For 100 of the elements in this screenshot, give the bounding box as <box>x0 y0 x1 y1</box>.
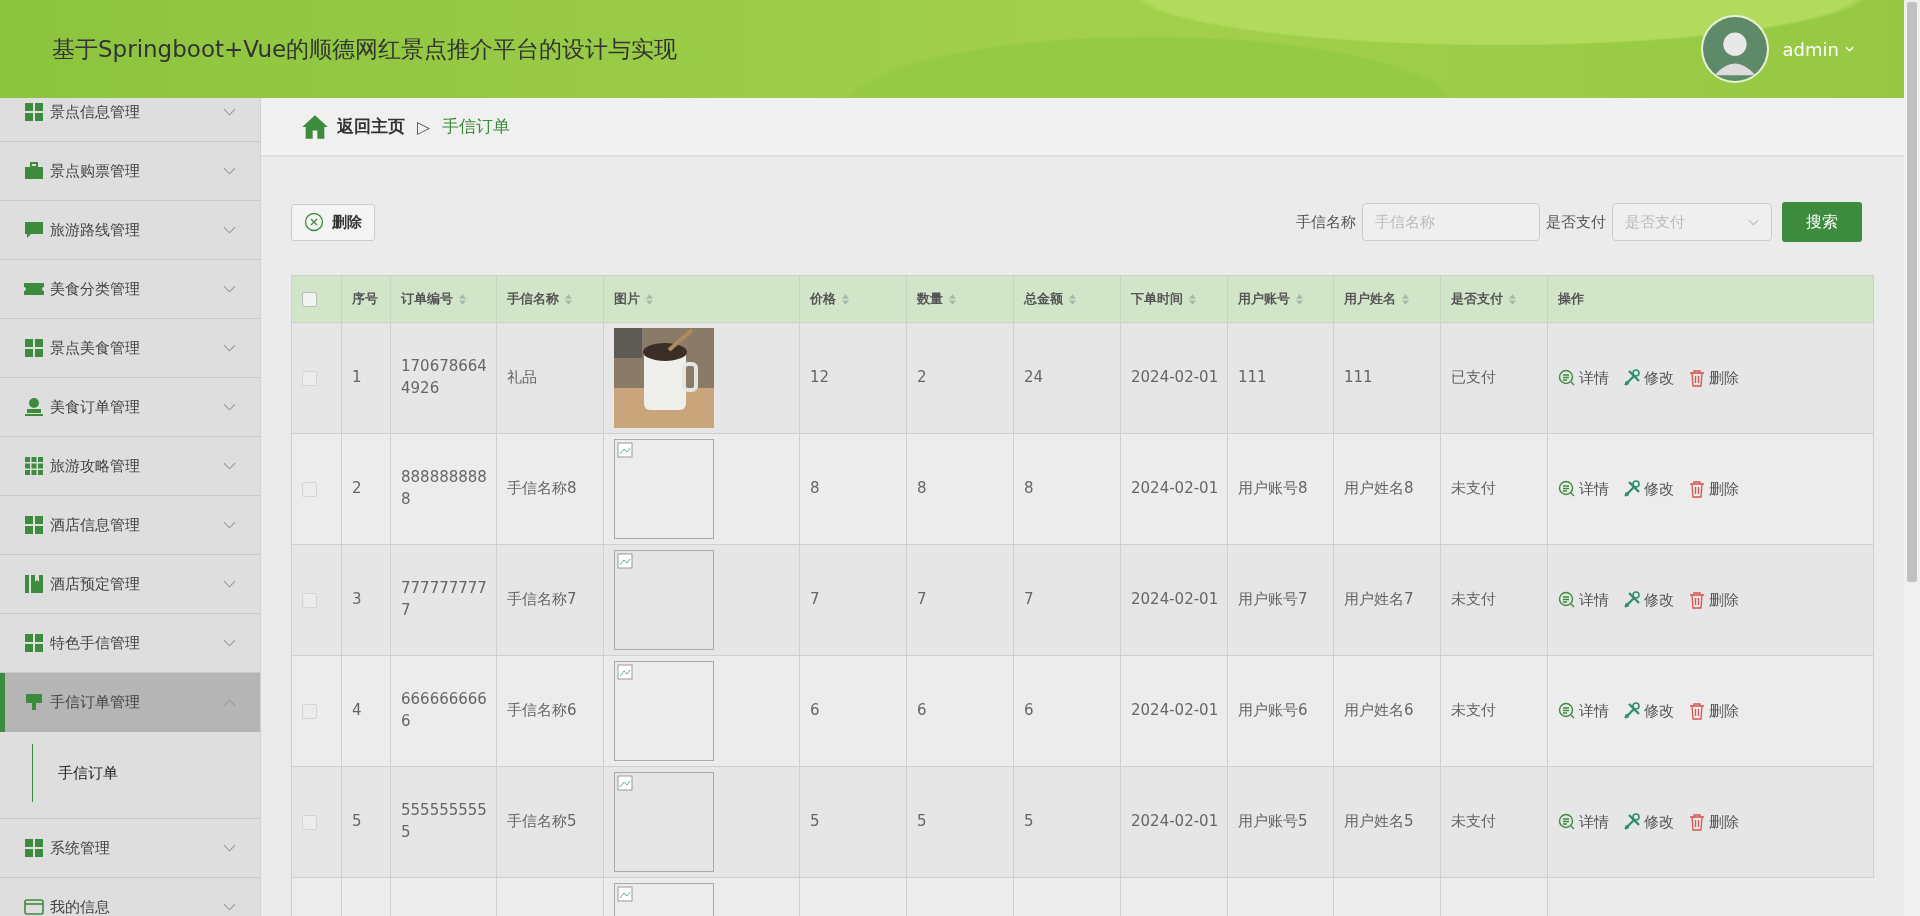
details-button[interactable]: 详情 <box>1558 479 1609 499</box>
column-header[interactable]: 价格 <box>810 290 849 308</box>
menu-label: 我的信息 <box>50 897 111 916</box>
trash-icon <box>1688 480 1706 498</box>
column-header[interactable]: 总金额 <box>1024 290 1076 308</box>
select-all-checkbox[interactable] <box>302 292 317 307</box>
delete-row-button[interactable]: 删除 <box>1688 368 1739 388</box>
row-checkbox[interactable] <box>302 593 317 608</box>
sidebar-item[interactable]: 美食分类管理 <box>0 260 260 319</box>
chevron-icon <box>223 698 236 707</box>
sidebar-item[interactable]: 酒店预定管理 <box>0 555 260 614</box>
table-cell: 111 <box>1344 368 1373 387</box>
table-cell: 6666666666 <box>401 690 487 730</box>
home-icon[interactable] <box>301 113 329 140</box>
table-cell: 用户账号5 <box>1238 812 1308 831</box>
edit-button[interactable]: 修改 <box>1623 590 1674 610</box>
scrollbar[interactable] <box>1904 0 1920 916</box>
table-cell: 2024-02-01 <box>1131 479 1219 498</box>
sidebar-item[interactable]: 我的信息 <box>0 878 260 916</box>
table-cell: 2 <box>352 479 362 498</box>
search-list-icon <box>1558 702 1576 720</box>
row-checkbox[interactable] <box>302 482 317 497</box>
delete-row-button[interactable]: 删除 <box>1688 479 1739 499</box>
sort-icon[interactable] <box>1069 293 1076 305</box>
table-cell: 3 <box>352 590 362 609</box>
broken-image-icon <box>617 553 633 569</box>
breadcrumb-link[interactable]: 返回主页 <box>337 115 405 138</box>
edit-button[interactable]: 修改 <box>1623 701 1674 721</box>
user-icon <box>24 397 44 417</box>
grid-icon <box>24 456 44 476</box>
sidebar-item[interactable]: 系统管理 <box>0 819 260 878</box>
table-cell: 8 <box>810 479 820 498</box>
column-header: 序号 <box>352 290 378 308</box>
table-cell: 用户账号8 <box>1238 479 1308 498</box>
chevron-icon <box>223 580 236 588</box>
details-button[interactable]: 详情 <box>1558 368 1609 388</box>
sort-icon[interactable] <box>1189 293 1196 305</box>
table-cell: 2024-02-01 <box>1131 590 1219 609</box>
chevron-icon <box>223 903 236 911</box>
edit-button[interactable]: 修改 <box>1623 368 1674 388</box>
menu-label: 美食分类管理 <box>50 279 141 299</box>
sort-icon[interactable] <box>949 293 956 305</box>
sidebar-item[interactable]: 景点美食管理 <box>0 319 260 378</box>
table-cell: 5 <box>810 812 820 831</box>
grid-icon <box>24 633 44 653</box>
filter-label: 手信名称 <box>1296 212 1356 232</box>
delete-button[interactable]: 删除 <box>291 203 375 241</box>
table-cell: 未支付 <box>1451 701 1496 720</box>
sort-icon[interactable] <box>565 293 572 305</box>
sort-icon[interactable] <box>842 293 849 305</box>
avatar-icon[interactable] <box>1700 15 1769 83</box>
details-button[interactable]: 详情 <box>1558 812 1609 832</box>
column-header[interactable]: 数量 <box>917 290 956 308</box>
close-circle-icon <box>304 212 324 232</box>
tools-icon <box>1623 702 1641 720</box>
table-cell: 7777777777 <box>401 579 487 619</box>
column-header[interactable]: 图片 <box>614 290 653 308</box>
tools-icon <box>1623 480 1641 498</box>
sort-icon[interactable] <box>1402 293 1409 305</box>
delete-row-button[interactable]: 删除 <box>1688 701 1739 721</box>
stamp-icon <box>24 692 44 713</box>
sort-icon[interactable] <box>1509 293 1516 305</box>
delete-row-button[interactable]: 删除 <box>1688 812 1739 832</box>
table-cell: 用户姓名7 <box>1344 590 1414 609</box>
sidebar-item[interactable]: 手信订单管理 <box>0 673 260 732</box>
submenu-item[interactable]: 手信订单 <box>32 744 260 802</box>
row-checkbox[interactable] <box>302 815 317 830</box>
chevron-icon <box>223 108 236 116</box>
sort-icon[interactable] <box>646 293 653 305</box>
menu-label: 美食订单管理 <box>50 397 141 417</box>
sort-icon[interactable] <box>1296 293 1303 305</box>
sidebar-item[interactable]: 景点购票管理 <box>0 142 260 201</box>
tools-icon <box>1623 813 1641 831</box>
sidebar-item[interactable]: 旅游攻略管理 <box>0 437 260 496</box>
sidebar-item[interactable]: 美食订单管理 <box>0 378 260 437</box>
table-cell: 用户账号7 <box>1238 590 1308 609</box>
search-button[interactable]: 搜索 <box>1782 202 1862 242</box>
sidebar-item[interactable]: 旅游路线管理 <box>0 201 260 260</box>
scrollbar-thumb[interactable] <box>1907 2 1917 582</box>
table-cell: 未支付 <box>1451 590 1496 609</box>
details-button[interactable]: 详情 <box>1558 701 1609 721</box>
breadcrumb-separator: ▷ <box>417 116 431 137</box>
broken-image-icon <box>617 442 633 458</box>
row-checkbox[interactable] <box>302 704 317 719</box>
trash-icon <box>1688 702 1706 720</box>
sidebar-item[interactable]: 酒店信息管理 <box>0 496 260 555</box>
table-cell: 5 <box>917 812 927 831</box>
edit-button[interactable]: 修改 <box>1623 479 1674 499</box>
edit-button[interactable]: 修改 <box>1623 812 1674 832</box>
delete-row-button[interactable]: 删除 <box>1688 590 1739 610</box>
table-cell: 7 <box>917 590 927 609</box>
chevron-icon <box>223 521 236 529</box>
breadcrumb-current: 手信订单 <box>442 115 511 138</box>
menu-label: 手信订单管理 <box>50 693 141 712</box>
row-checkbox[interactable] <box>302 371 317 386</box>
details-button[interactable]: 详情 <box>1558 590 1609 610</box>
grid-icon <box>24 338 44 358</box>
table-cell: 用户账号6 <box>1238 701 1308 720</box>
sidebar-item[interactable]: 景点信息管理 <box>0 98 260 142</box>
sort-icon[interactable] <box>459 293 466 305</box>
